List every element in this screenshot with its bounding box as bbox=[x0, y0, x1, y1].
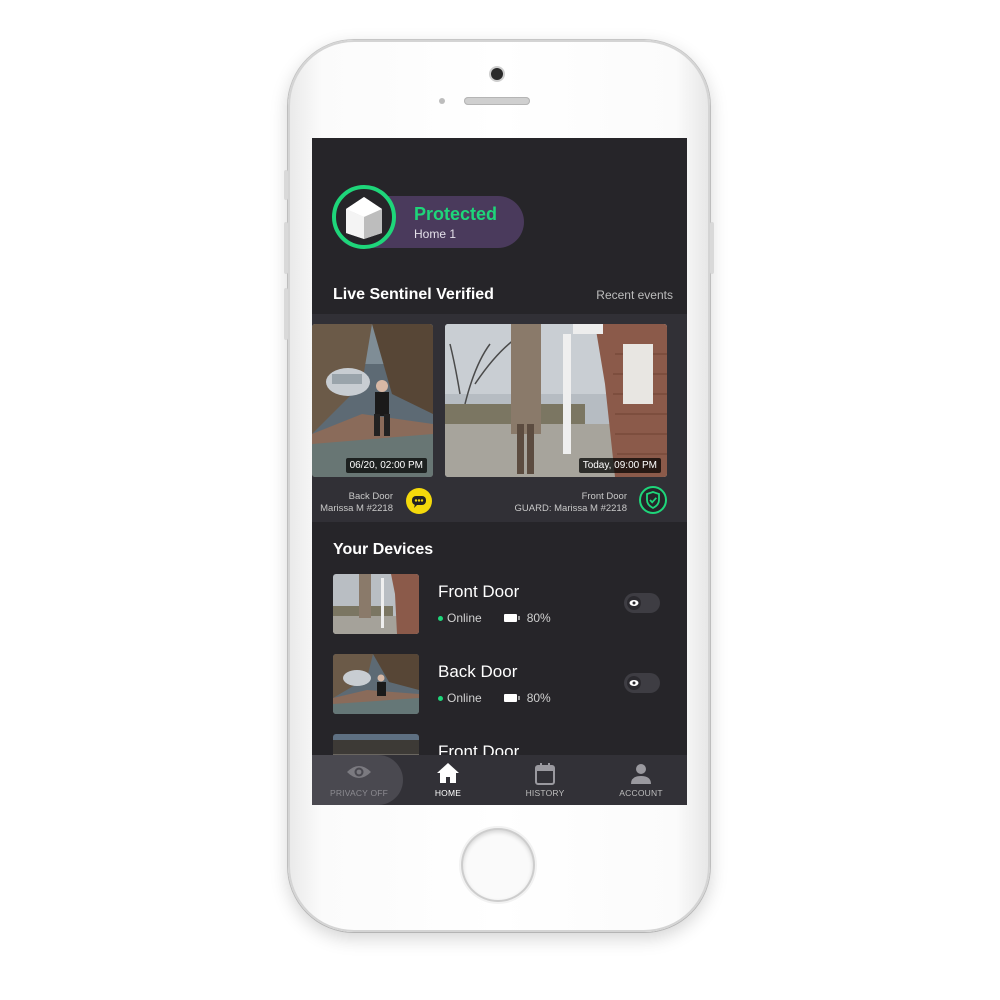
event-timestamp: 06/20, 02:00 PM bbox=[345, 458, 427, 473]
your-devices-title: Your Devices bbox=[333, 541, 434, 558]
home-icon bbox=[437, 763, 459, 783]
earpiece-speaker bbox=[464, 97, 530, 105]
battery-icon bbox=[503, 694, 520, 702]
device-row-front-door[interactable]: Front Door Online 80% bbox=[312, 574, 687, 638]
phone-side-button bbox=[284, 170, 288, 200]
shield-check-icon[interactable] bbox=[639, 486, 667, 514]
device-thumbnail bbox=[333, 574, 419, 634]
device-name: Back Door bbox=[438, 662, 518, 681]
event-info-back-door: Back Door Marissa M #2218 bbox=[320, 491, 393, 515]
events-carousel[interactable]: 06/20, 02:00 PM Back Door Marissa M #221… bbox=[312, 314, 687, 522]
eye-icon bbox=[627, 676, 641, 690]
chat-icon[interactable] bbox=[406, 488, 432, 514]
person-icon bbox=[631, 764, 651, 784]
tab-privacy-label: PRIVACY OFF bbox=[329, 788, 389, 798]
tab-account[interactable]: ACCOUNT bbox=[594, 755, 687, 805]
camera-snapshot-backyard bbox=[312, 324, 433, 477]
device-online-label: Online bbox=[447, 611, 482, 625]
eye-icon bbox=[627, 596, 641, 610]
protection-status-ring[interactable] bbox=[332, 185, 396, 249]
privacy-toggle[interactable] bbox=[624, 673, 660, 693]
tab-history[interactable]: HISTORY bbox=[498, 755, 592, 805]
home-name: Home 1 bbox=[414, 227, 457, 241]
event-info-front-door: Front Door GUARD: Marissa M #2218 bbox=[515, 491, 627, 515]
protection-status-title: Protected bbox=[414, 204, 498, 224]
front-camera bbox=[491, 68, 503, 80]
online-dot-icon bbox=[438, 615, 443, 621]
app-screen: Protected Home 1 Live Sentinel Verified … bbox=[312, 138, 687, 805]
recent-events-link[interactable]: Recent events bbox=[596, 288, 673, 302]
tab-home-label: HOME bbox=[434, 788, 462, 798]
tab-privacy[interactable]: PRIVACY OFF bbox=[312, 755, 406, 805]
camera-snapshot-porch bbox=[445, 324, 667, 477]
tab-account-label: ACCOUNT bbox=[619, 788, 663, 798]
phone-volume-down bbox=[284, 288, 288, 340]
proximity-sensor bbox=[439, 98, 445, 104]
tab-home[interactable]: HOME bbox=[401, 755, 495, 805]
device-name: Front Door bbox=[438, 582, 520, 601]
event-location: Front Door bbox=[581, 491, 627, 502]
device-battery-level: 80% bbox=[526, 691, 551, 705]
device-status: Online 80% bbox=[438, 611, 551, 625]
tab-history-label: HISTORY bbox=[525, 788, 565, 798]
event-timestamp: Today, 09:00 PM bbox=[578, 458, 661, 473]
device-row-back-door[interactable]: Back Door Online 80% bbox=[312, 654, 687, 718]
calendar-icon bbox=[535, 763, 555, 785]
device-online-label: Online bbox=[447, 691, 482, 705]
event-agent: GUARD: Marissa M #2218 bbox=[514, 503, 627, 514]
eye-icon bbox=[347, 766, 371, 778]
live-sentinel-title: Live Sentinel Verified bbox=[333, 286, 494, 303]
device-thumbnail bbox=[333, 654, 419, 714]
bottom-tab-bar: PRIVACY OFF HOME HISTORY ACCOUNT bbox=[312, 755, 687, 805]
battery-icon bbox=[503, 614, 520, 622]
online-dot-icon bbox=[438, 695, 443, 701]
house-icon bbox=[346, 197, 382, 239]
phone-power-button bbox=[710, 222, 714, 274]
device-battery-level: 80% bbox=[526, 611, 551, 625]
privacy-toggle[interactable] bbox=[624, 593, 660, 613]
event-location: Back Door bbox=[348, 491, 393, 502]
device-status: Online 80% bbox=[438, 691, 551, 705]
phone-volume-up bbox=[284, 222, 288, 274]
event-agent: Marissa M #2218 bbox=[320, 503, 393, 514]
phone-home-button[interactable] bbox=[463, 830, 533, 900]
event-thumbnail-front-door[interactable]: Today, 09:00 PM bbox=[445, 324, 667, 477]
event-thumbnail-back-door[interactable]: 06/20, 02:00 PM bbox=[312, 324, 433, 477]
